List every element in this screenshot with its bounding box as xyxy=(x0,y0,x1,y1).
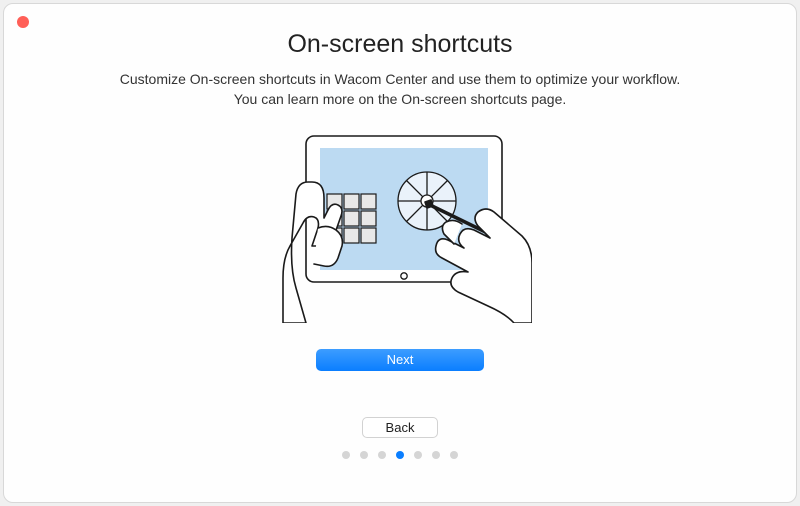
page-dot-1[interactable] xyxy=(342,451,350,459)
page-dot-4[interactable] xyxy=(396,451,404,459)
page-dot-2[interactable] xyxy=(360,451,368,459)
pagination-dots xyxy=(342,451,458,459)
page-dot-5[interactable] xyxy=(414,451,422,459)
description-line-1: Customize On-screen shortcuts in Wacom C… xyxy=(120,69,680,89)
description-line-2: You can learn more on the On-screen shor… xyxy=(120,89,680,109)
page-dot-3[interactable] xyxy=(378,451,386,459)
setup-window: On-screen shortcuts Customize On-screen … xyxy=(3,3,797,503)
tablet-shortcuts-illustration xyxy=(268,128,532,323)
next-button[interactable]: Next xyxy=(316,349,484,371)
page-dot-6[interactable] xyxy=(432,451,440,459)
page-description: Customize On-screen shortcuts in Wacom C… xyxy=(120,69,680,110)
page-dot-7[interactable] xyxy=(450,451,458,459)
page-title: On-screen shortcuts xyxy=(287,30,512,59)
close-window-button[interactable] xyxy=(17,16,29,28)
back-button[interactable]: Back xyxy=(362,417,438,438)
